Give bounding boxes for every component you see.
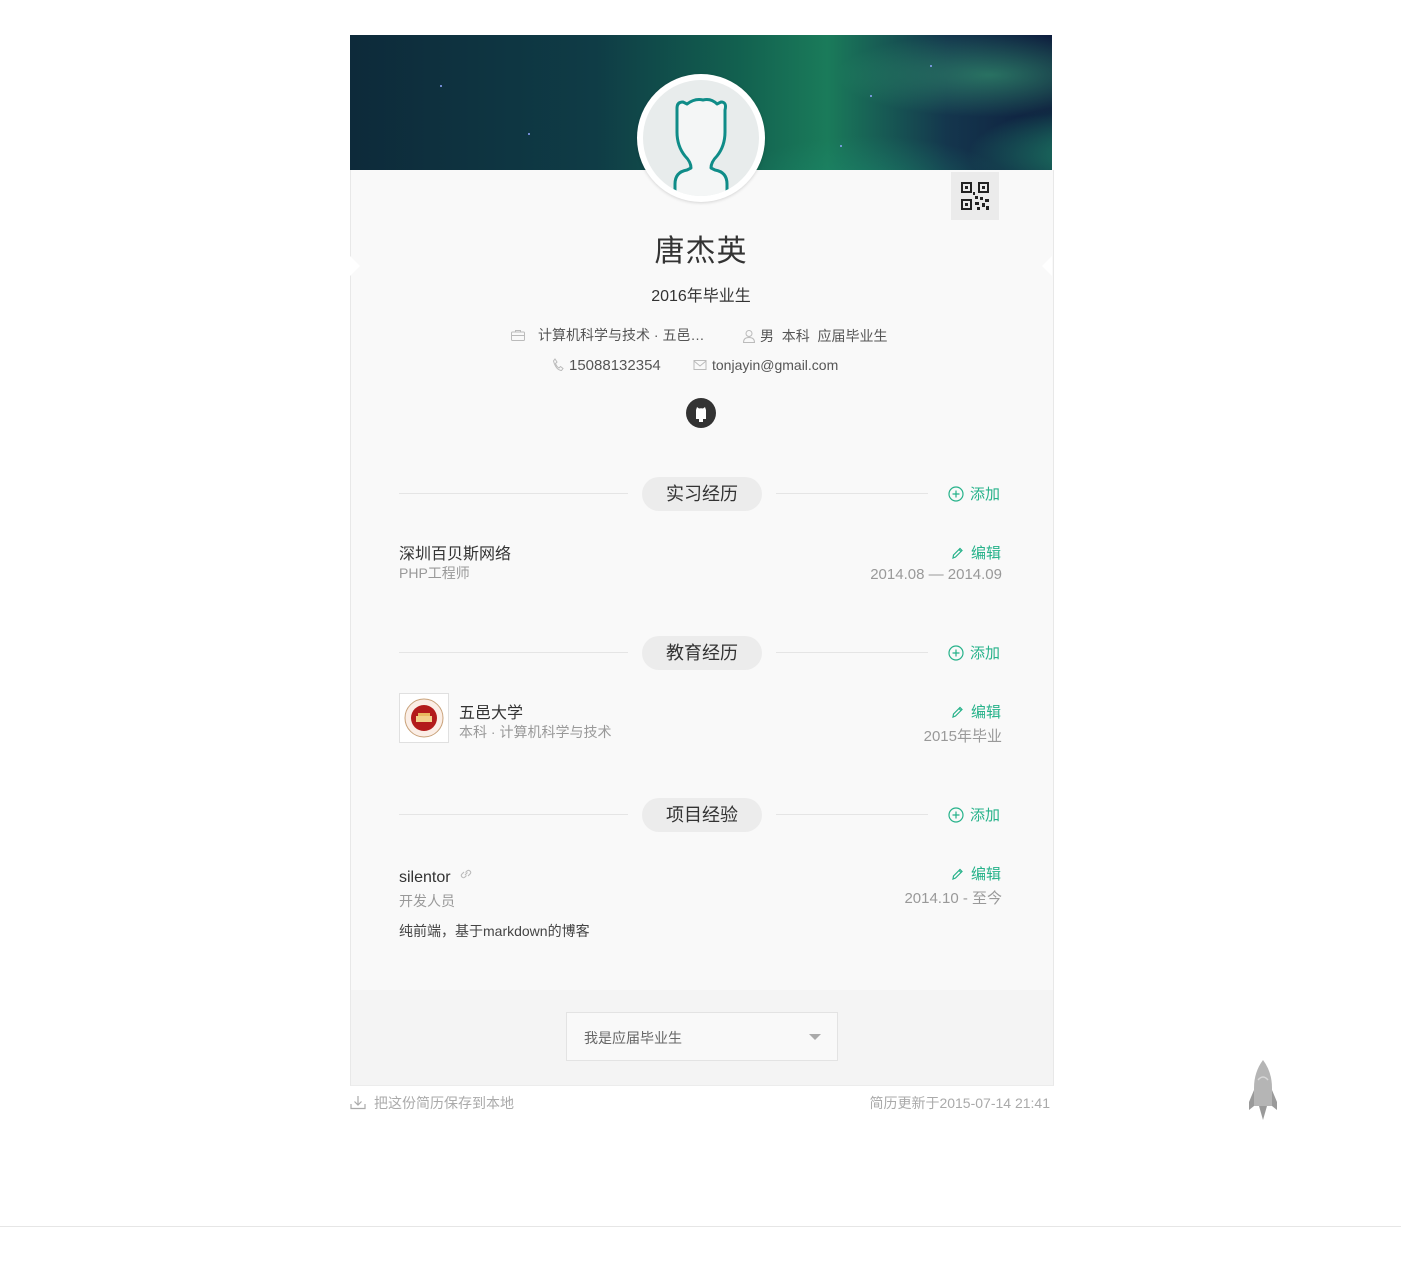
edit-internship-label: 编辑 [971, 545, 1002, 562]
project-title-row[interactable]: silentor [399, 867, 473, 887]
personal-info-row: 男 本科 应届毕业生 [742, 326, 888, 346]
school-detail: 本科 · 计算机科学与技术 [459, 724, 612, 740]
add-education-button[interactable]: 添加 [948, 642, 1000, 663]
github-link[interactable] [686, 398, 716, 428]
section-title-projects: 项目经验 [642, 798, 762, 832]
internship-role: PHP工程师 [399, 565, 470, 581]
profile-subtitle: 2016年毕业生 [651, 288, 751, 305]
project-period: 2014.10 - 至今 [904, 890, 1002, 907]
back-to-top-button[interactable] [1247, 1058, 1279, 1124]
profile-name: 唐杰英 [654, 235, 748, 268]
avatar[interactable] [637, 74, 765, 202]
personal-info-text: 男 本科 应届毕业生 [760, 328, 888, 344]
phone-row: 15088132354 [552, 357, 661, 374]
qr-code-button[interactable] [951, 172, 999, 220]
edit-project-button[interactable]: 编辑 [951, 863, 1001, 884]
edit-project-label: 编辑 [971, 866, 1002, 883]
qr-code-icon [961, 182, 989, 210]
graduate-status-value: 我是应届毕业生 [584, 1030, 682, 1046]
plus-circle-icon [948, 645, 964, 661]
add-education-label: 添加 [970, 645, 1001, 662]
add-project-label: 添加 [970, 807, 1001, 824]
mail-icon [693, 360, 707, 370]
person-icon [742, 330, 756, 343]
pencil-icon [952, 547, 963, 559]
school-name: 五邑大学 [459, 705, 524, 722]
phone-text: 15088132354 [569, 357, 661, 374]
section-title-internship: 实习经历 [642, 477, 762, 511]
download-resume-label: 把这份简历保存到本地 [374, 1095, 514, 1111]
pencil-icon [952, 706, 963, 718]
section-divider [399, 493, 628, 494]
graduate-status-select[interactable]: 我是应届毕业生 [566, 1012, 838, 1061]
education-period: 2015年毕业 [923, 728, 1002, 745]
avatar-silhouette-icon [673, 98, 729, 196]
page-bottom-divider [0, 1226, 1401, 1227]
download-icon [350, 1096, 366, 1110]
email-row[interactable]: tonjayin@gmail.com [693, 357, 838, 373]
plus-circle-icon [948, 807, 964, 823]
school-major-text: 计算机科学与技术 · 五邑… [538, 327, 705, 343]
section-divider [776, 652, 928, 653]
add-project-button[interactable]: 添加 [948, 804, 1000, 825]
internship-company: 深圳百贝斯网络 [399, 546, 512, 563]
edit-internship-button[interactable]: 编辑 [951, 542, 1001, 563]
section-divider [776, 814, 928, 815]
project-name: silentor [399, 869, 451, 886]
project-description: 纯前端，基于markdown的博客 [399, 923, 590, 939]
github-icon [696, 407, 706, 422]
download-resume-link[interactable]: 把这份简历保存到本地 [350, 1093, 514, 1113]
section-divider [399, 652, 628, 653]
internship-period: 2014.08 — 2014.09 [870, 566, 1002, 583]
project-role: 开发人员 [399, 893, 455, 909]
email-text: tonjayin@gmail.com [712, 357, 839, 373]
rocket-icon [1249, 1060, 1277, 1120]
edit-education-label: 编辑 [971, 704, 1002, 721]
section-title-education: 教育经历 [642, 636, 762, 670]
school-major-row: 计算机科学与技术 · 五邑… [510, 325, 704, 345]
add-internship-label: 添加 [970, 486, 1001, 503]
edit-education-button[interactable]: 编辑 [951, 701, 1001, 722]
section-divider [776, 493, 928, 494]
chevron-down-icon [809, 1034, 821, 1040]
phone-icon [552, 358, 564, 372]
resume-updated-time: 简历更新于2015-07-14 21:41 [869, 1095, 1050, 1111]
section-divider [399, 814, 628, 815]
add-internship-button[interactable]: 添加 [948, 483, 1000, 504]
briefcase-icon [511, 330, 525, 341]
plus-circle-icon [948, 486, 964, 502]
pencil-icon [952, 868, 963, 880]
link-icon[interactable] [459, 867, 473, 881]
school-logo [399, 693, 449, 743]
school-emblem-icon [404, 698, 444, 738]
